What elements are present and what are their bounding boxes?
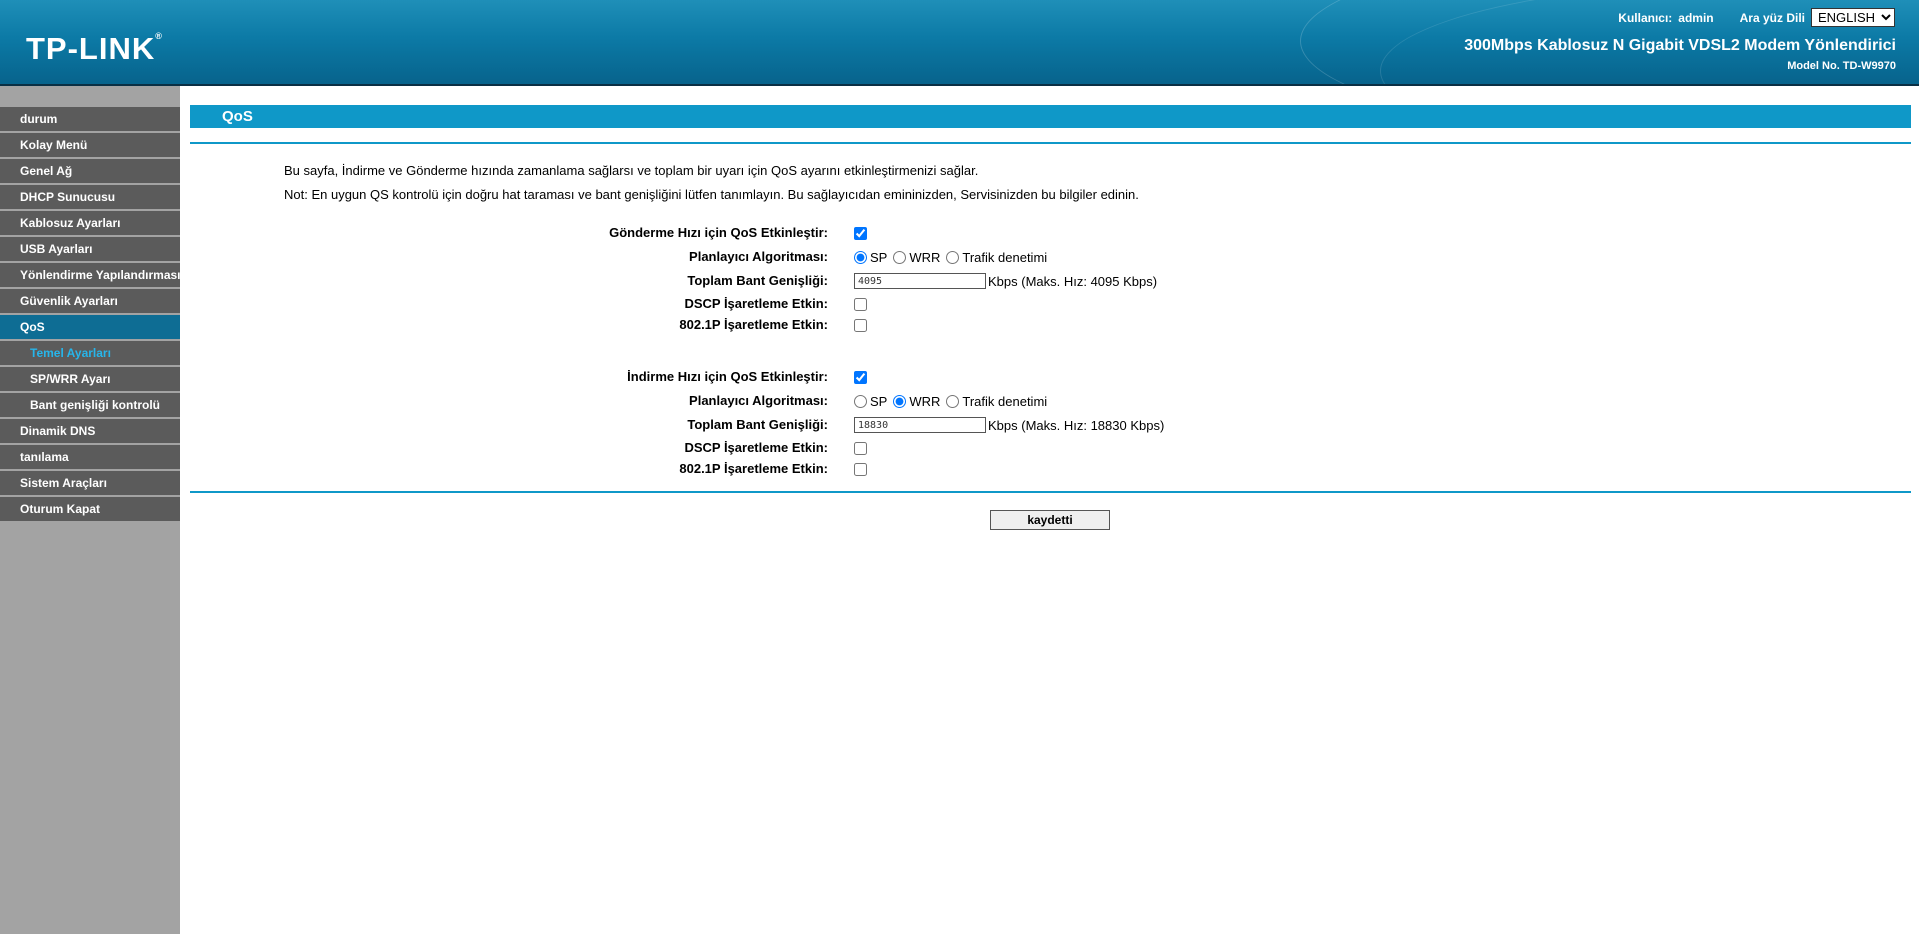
- page-description: Bu sayfa, İndirme ve Gönderme hızında za…: [284, 163, 979, 178]
- upload-bandwidth-input[interactable]: [854, 273, 986, 289]
- upload-dscp-checkbox[interactable]: [854, 297, 867, 311]
- sidebar-item-routing[interactable]: Yönlendirme Yapılandırması: [0, 263, 180, 287]
- user-label: Kullanıcı:: [1618, 10, 1673, 25]
- sidebar-item-network[interactable]: Genel Ağ: [0, 159, 180, 183]
- sp-option-label: SP: [870, 393, 888, 409]
- divider: [190, 142, 1911, 144]
- traffic-option-label: Trafik denetimi: [962, 249, 1048, 265]
- sidebar-item-logout[interactable]: Oturum Kapat: [0, 497, 180, 521]
- product-name: 300Mbps Kablosuz N Gigabit VDSL2 Modem Y…: [1464, 37, 1896, 54]
- sidebar-item-status[interactable]: durum: [0, 107, 180, 131]
- sidebar-item-quick-setup[interactable]: Kolay Menü: [0, 133, 180, 157]
- download-enable-row: İndirme Hızı için QoS Etkinleştir:: [190, 367, 1911, 387]
- upload-scheduler-row: Planlayıcı Algoritması: SP WRR Trafik de…: [190, 247, 1911, 267]
- upload-enable-row: Gönderme Hızı için QoS Etkinleştir:: [190, 223, 1911, 243]
- upload-bandwidth-note: Kbps (Maks. Hız: 4095 Kbps): [988, 273, 1158, 289]
- download-scheduler-sp-radio[interactable]: [854, 394, 867, 408]
- download-scheduler-wrr-radio[interactable]: [893, 394, 907, 408]
- download-bandwidth-row: Toplam Bant Genişliği: Kbps (Maks. Hız: …: [190, 415, 1911, 435]
- download-dscp-row: DSCP İşaretleme Etkin:: [190, 438, 1911, 458]
- sidebar-item-dhcp-server[interactable]: DHCP Sunucusu: [0, 185, 180, 209]
- page-title: QoS: [190, 105, 1911, 128]
- upload-dot1p-label: 802.1P İşaretleme Etkin:: [679, 317, 828, 332]
- download-qos-enable-checkbox[interactable]: [854, 370, 867, 384]
- download-dot1p-checkbox[interactable]: [854, 462, 867, 476]
- traffic-option-label: Trafik denetimi: [962, 393, 1048, 409]
- header-banner: TP-LINK® Kullanıcı: admin Ara yüz Dili E…: [0, 0, 1919, 86]
- upload-dscp-row: DSCP İşaretleme Etkin:: [190, 294, 1911, 314]
- upload-scheduler-label: Planlayıcı Algoritması:: [689, 249, 828, 264]
- tp-link-logo: TP-LINK®: [26, 31, 162, 66]
- download-dot1p-label: 802.1P İşaretleme Etkin:: [679, 461, 828, 476]
- sidebar-item-dynamic-dns[interactable]: Dinamik DNS: [0, 419, 180, 443]
- download-dscp-checkbox[interactable]: [854, 441, 867, 455]
- model-number: Model No. TD-W9970: [1787, 60, 1896, 72]
- sidebar-subitem-sp-wrr[interactable]: SP/WRR Ayarı: [0, 367, 180, 391]
- download-bandwidth-note: Kbps (Maks. Hız: 18830 Kbps): [988, 417, 1165, 433]
- language-label: Ara yüz Dili: [1739, 10, 1805, 25]
- upload-bandwidth-label: Toplam Bant Genişliği:: [687, 273, 828, 288]
- upload-enable-label: Gönderme Hızı için QoS Etkinleştir:: [609, 225, 828, 240]
- upload-qos-enable-checkbox[interactable]: [854, 226, 867, 240]
- download-dscp-label: DSCP İşaretleme Etkin:: [684, 440, 828, 455]
- user-name: admin: [1678, 10, 1714, 25]
- sidebar: durum Kolay Menü Genel Ağ DHCP Sunucusu …: [0, 86, 180, 934]
- download-scheduler-traffic-radio[interactable]: [946, 394, 960, 408]
- sidebar-item-qos[interactable]: QoS: [0, 315, 180, 339]
- upload-dot1p-row: 802.1P İşaretleme Etkin:: [190, 315, 1911, 335]
- download-bandwidth-label: Toplam Bant Genişliği:: [687, 417, 828, 432]
- download-enable-label: İndirme Hızı için QoS Etkinleştir:: [627, 369, 828, 384]
- download-dot1p-row: 802.1P İşaretleme Etkin:: [190, 459, 1911, 479]
- upload-scheduler-sp-radio[interactable]: [854, 250, 867, 264]
- page-note: Not: En uygun QS kontrolü için doğru hat…: [284, 187, 1139, 202]
- download-bandwidth-input[interactable]: [854, 417, 986, 433]
- sidebar-item-security[interactable]: Güvenlik Ayarları: [0, 289, 180, 313]
- sidebar-item-wireless[interactable]: Kablosuz Ayarları: [0, 211, 180, 235]
- upload-scheduler-traffic-radio[interactable]: [946, 250, 960, 264]
- divider: [190, 491, 1911, 493]
- upload-dscp-label: DSCP İşaretleme Etkin:: [684, 296, 828, 311]
- sidebar-subitem-bandwidth-control[interactable]: Bant genişliği kontrolü: [0, 393, 180, 417]
- sp-option-label: SP: [870, 249, 888, 265]
- upload-bandwidth-row: Toplam Bant Genişliği: Kbps (Maks. Hız: …: [190, 271, 1911, 291]
- sidebar-item-diagnostics[interactable]: tanılama: [0, 445, 180, 469]
- user-area: Kullanıcı: admin Ara yüz Dili ENGLISH: [1618, 8, 1895, 27]
- download-scheduler-row: Planlayıcı Algoritması: SP WRR Trafik de…: [190, 391, 1911, 411]
- sidebar-item-usb[interactable]: USB Ayarları: [0, 237, 180, 261]
- wrr-option-label: WRR: [909, 393, 941, 409]
- sidebar-menu: durum Kolay Menü Genel Ağ DHCP Sunucusu …: [0, 107, 180, 523]
- sidebar-subitem-basic-settings[interactable]: Temel Ayarları: [0, 341, 180, 365]
- download-scheduler-label: Planlayıcı Algoritması:: [689, 393, 828, 408]
- upload-scheduler-wrr-radio[interactable]: [893, 250, 907, 264]
- sidebar-item-system-tools[interactable]: Sistem Araçları: [0, 471, 180, 495]
- language-select[interactable]: ENGLISH: [1811, 8, 1895, 27]
- wrr-option-label: WRR: [909, 249, 941, 265]
- save-button[interactable]: kaydetti: [990, 510, 1110, 530]
- upload-dot1p-checkbox[interactable]: [854, 318, 867, 332]
